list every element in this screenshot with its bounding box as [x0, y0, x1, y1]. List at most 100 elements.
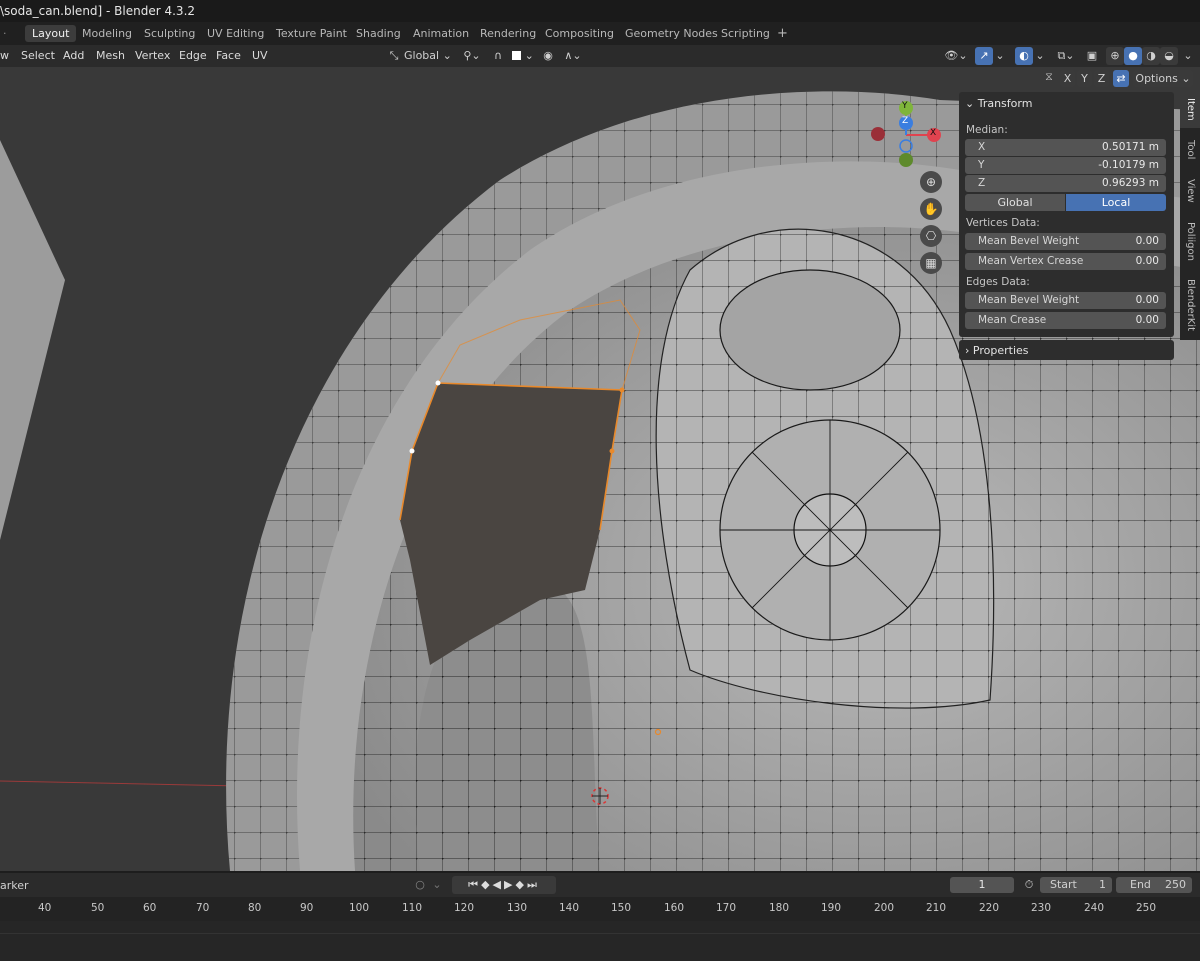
gizmo-toggle-icon[interactable]: ↗ [975, 47, 993, 65]
shading-dropdown-icon[interactable]: ⌄ [1180, 47, 1196, 65]
orientation-icon[interactable]: ⤡ [386, 47, 402, 65]
falloff-icon[interactable]: ∧⌄ [560, 47, 586, 65]
navigation-gizmo[interactable]: Y Z X [865, 98, 945, 173]
tab-layout[interactable]: Layout [25, 25, 77, 42]
prev-keyframe-icon[interactable]: ◆ [481, 878, 492, 891]
overlay-dropdown-icon[interactable]: ⌄ [1034, 47, 1046, 65]
pan-hand-icon[interactable]: ✋ [920, 198, 942, 220]
orientation-dropdown[interactable]: Global ⌄ [404, 47, 452, 65]
start-label: Start [1050, 878, 1077, 891]
field-label: Mean Bevel Weight [978, 294, 1080, 306]
tab-texture-paint[interactable]: Texture Paint [269, 25, 354, 42]
ruler-tick: 220 [979, 902, 1000, 914]
menu-view[interactable]: w [0, 49, 9, 62]
gizmo-y-label: Y [902, 101, 908, 111]
menu-vertex[interactable]: Vertex [135, 49, 170, 62]
selected-vertex[interactable] [609, 448, 615, 454]
tab-modeling[interactable]: Modeling [75, 25, 139, 42]
menu-uv[interactable]: UV [252, 49, 268, 62]
axis-z-toggle[interactable]: Z [1094, 70, 1109, 87]
mesh-edit-overlay-icon[interactable]: ⧉⌄ [1052, 47, 1080, 65]
menu-mesh[interactable]: Mesh [96, 49, 125, 62]
auto-merge-icon[interactable]: ⇄ [1113, 70, 1129, 87]
marker-menu[interactable]: arker [0, 879, 29, 892]
tab-rendering[interactable]: Rendering [473, 25, 543, 42]
perspective-grid-icon[interactable]: ▦ [920, 252, 942, 274]
next-keyframe-icon[interactable]: ◆ [515, 878, 526, 891]
jump-end-icon[interactable]: ⏭ [527, 878, 540, 891]
median-x-field[interactable]: X 0.50171 m [965, 139, 1166, 156]
transform-panel-header[interactable]: ⌄ Transform [965, 97, 1032, 110]
menu-add[interactable]: Add [63, 49, 84, 62]
stopwatch-icon[interactable]: ⏱ [1020, 877, 1038, 893]
axis-toggle-row: ⧖ X Y Z ⇄ Options ⌄ [1041, 69, 1196, 89]
playback-controls[interactable]: ⏮◆◀▶◆⏭ [452, 876, 556, 894]
tab-geometry-nodes[interactable]: Geometry Nodes [618, 25, 725, 42]
snap-target-dropdown[interactable]: ⌄ [509, 47, 537, 65]
tab-view[interactable]: View [1180, 172, 1200, 210]
xray-icon[interactable]: ▣ [1083, 47, 1101, 65]
timeline-body[interactable] [0, 921, 1200, 961]
start-frame-field[interactable]: Start 1 [1040, 877, 1112, 893]
mean-bevel-weight-vertex-field[interactable]: Mean Bevel Weight 0.00 [965, 233, 1166, 250]
end-value: 250 [1165, 878, 1186, 891]
proportional-edit-icon[interactable]: ◉ [540, 47, 556, 65]
median-y-field[interactable]: Y -0.10179 m [965, 157, 1166, 174]
zoom-icon[interactable]: ⊕ [920, 171, 942, 193]
properties-title: Properties [972, 344, 1029, 357]
snap-icon[interactable]: ∩ [490, 47, 506, 65]
menu-edge[interactable]: Edge [179, 49, 207, 62]
tab-tool[interactable]: Tool [1180, 132, 1200, 168]
play-icon[interactable]: ▶ [504, 878, 515, 891]
global-toggle[interactable]: Global [965, 194, 1065, 211]
selected-vertex[interactable] [435, 380, 441, 386]
menu-select[interactable]: Select [21, 49, 55, 62]
tab-animation[interactable]: Animation [406, 25, 476, 42]
axis-y-toggle[interactable]: Y [1077, 70, 1092, 87]
rendered-shading-icon[interactable]: ◒ [1160, 47, 1178, 65]
median-label: Median: [966, 124, 1008, 136]
app-menu-icon[interactable]: · [0, 25, 14, 42]
tab-compositing[interactable]: Compositing [538, 25, 621, 42]
gizmo-x-label: X [930, 128, 937, 138]
current-frame-field[interactable]: 1 [950, 877, 1014, 893]
tab-item[interactable]: Item [1180, 90, 1200, 128]
tab-blenderkit[interactable]: BlenderKit [1180, 272, 1200, 338]
solid-shading-icon[interactable]: ● [1124, 47, 1142, 65]
menu-face[interactable]: Face [216, 49, 241, 62]
visibility-icon[interactable]: 👁⌄ [942, 47, 970, 65]
tab-shading[interactable]: Shading [349, 25, 408, 42]
local-toggle[interactable]: Local [1066, 194, 1166, 211]
jump-start-icon[interactable]: ⏮ [468, 878, 481, 891]
selected-vertex[interactable] [409, 448, 415, 454]
options-dropdown[interactable]: Options ⌄ [1133, 70, 1193, 87]
tab-uv-editing[interactable]: UV Editing [200, 25, 271, 42]
tab-scripting[interactable]: Scripting [714, 25, 777, 42]
properties-panel-header[interactable]: › Properties [959, 340, 1174, 360]
ruler-tick: 120 [454, 902, 475, 914]
end-frame-field[interactable]: End 250 [1116, 877, 1192, 893]
keying-icon[interactable]: ○ [412, 876, 428, 894]
camera-view-icon[interactable]: ⎔ [920, 225, 942, 247]
wireframe-shading-icon[interactable]: ⊕ [1106, 47, 1124, 65]
3d-cursor-icon[interactable] [591, 787, 609, 805]
tab-poliigon[interactable]: Poliigon [1180, 214, 1200, 268]
pivot-icon[interactable]: ⚲⌄ [459, 47, 485, 65]
mirror-icon[interactable]: ⧖ [1041, 70, 1057, 87]
play-reverse-icon[interactable]: ◀ [493, 878, 504, 891]
gizmo-dropdown-icon[interactable]: ⌄ [994, 47, 1006, 65]
tab-sculpting[interactable]: Sculpting [137, 25, 202, 42]
add-workspace-button[interactable]: + [770, 25, 795, 42]
median-z-field[interactable]: Z 0.96293 m [965, 175, 1166, 192]
ruler-tick: 110 [402, 902, 423, 914]
title-bar: \soda_can.blend] - Blender 4.3.2 [0, 0, 1200, 22]
mean-bevel-weight-edge-field[interactable]: Mean Bevel Weight 0.00 [965, 292, 1166, 309]
overlay-toggle-icon[interactable]: ◐ [1015, 47, 1033, 65]
material-shading-icon[interactable]: ◑ [1142, 47, 1160, 65]
timeline-ruler[interactable]: 40 50 60 70 80 90 100 110 120 130 140 15… [0, 897, 1200, 921]
mean-vertex-crease-field[interactable]: Mean Vertex Crease 0.00 [965, 253, 1166, 270]
mean-crease-field[interactable]: Mean Crease 0.00 [965, 312, 1166, 329]
selected-vertex[interactable] [619, 387, 625, 393]
keying-dropdown-icon[interactable]: ⌄ [430, 876, 444, 894]
axis-x-toggle[interactable]: X [1060, 70, 1075, 87]
